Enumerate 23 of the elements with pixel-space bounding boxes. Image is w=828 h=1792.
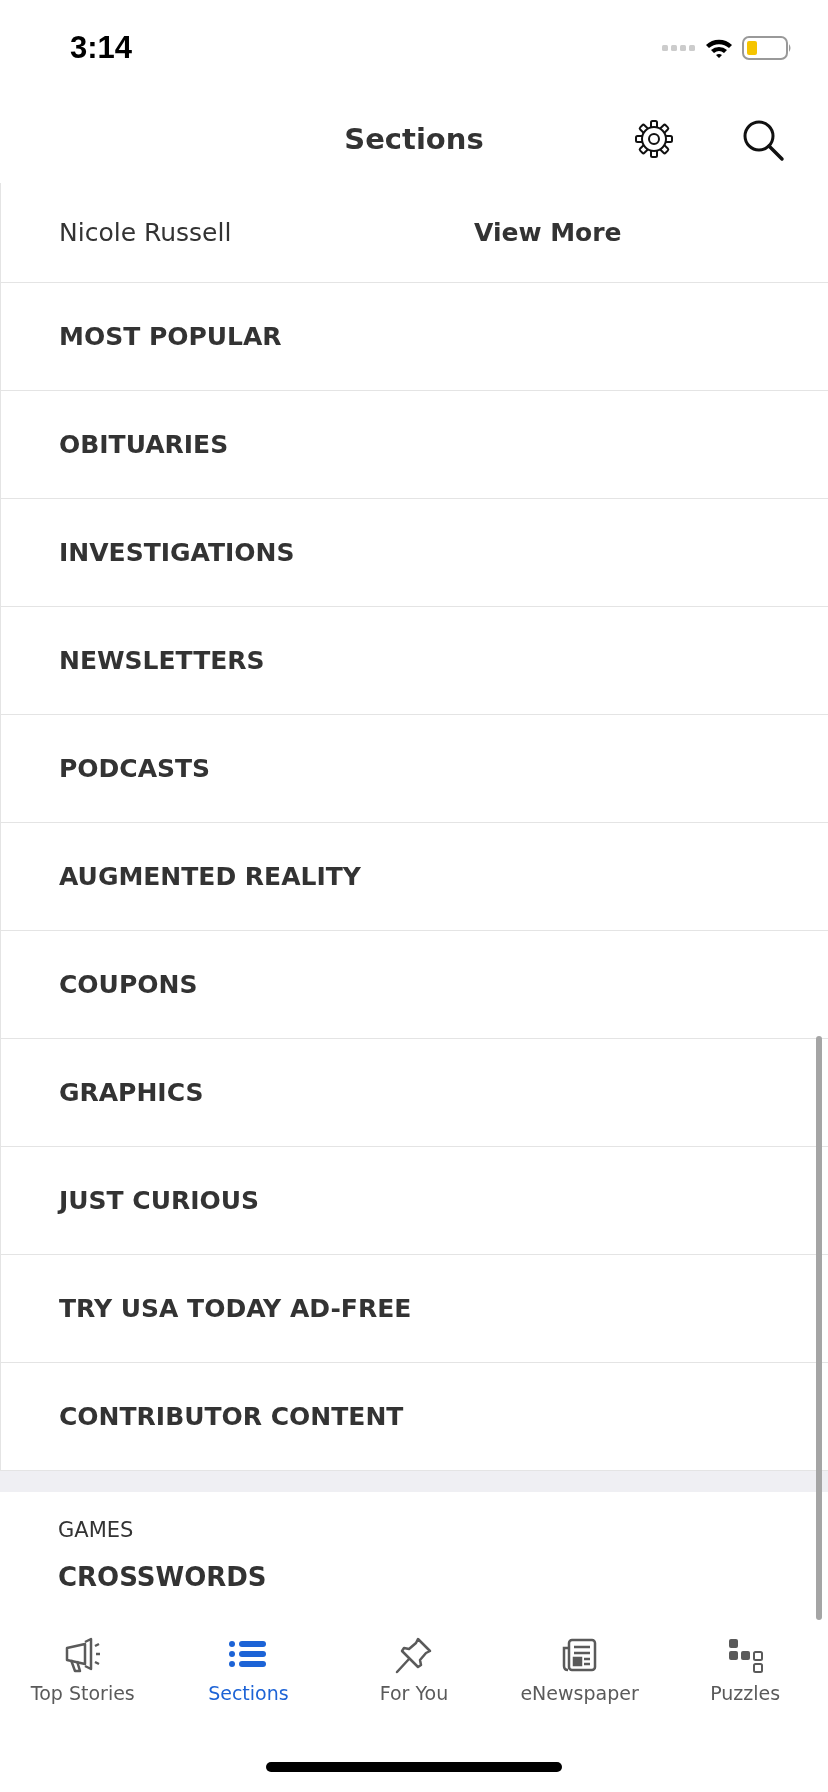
tab-item[interactable]: For You (331, 1632, 497, 1708)
view-more-link[interactable]: View More (474, 218, 622, 247)
section-item[interactable]: CROSSWORDS (58, 1562, 828, 1592)
section-item[interactable]: COUPONS (0, 931, 828, 1039)
pushpin-icon (394, 1636, 434, 1674)
search-icon (741, 118, 785, 162)
section-item[interactable]: OBITUARIES (0, 391, 828, 499)
signal-icon (662, 43, 696, 52)
author-name: Nicole Russell (59, 218, 233, 247)
settings-icon (633, 118, 675, 160)
tab-item[interactable]: Sections (165, 1632, 332, 1708)
games-heading: GAMES (58, 1518, 135, 1542)
tab-item[interactable]: eNewspaper (496, 1632, 663, 1708)
nav-title: Sections (344, 122, 484, 156)
section-item[interactable]: PODCASTS (0, 715, 828, 823)
section-item[interactable]: NEWSLETTERS (0, 607, 828, 715)
battery-icon (742, 35, 792, 60)
section-item[interactable]: INVESTIGATIONS (0, 499, 828, 607)
section-item[interactable]: AUGMENTED REALITY (0, 823, 828, 931)
status-time: 3:14 (70, 29, 133, 66)
section-item[interactable]: MOST POPULAR (0, 283, 828, 391)
tab-item[interactable]: Top Stories (0, 1632, 166, 1708)
tab-item[interactable]: Puzzles (662, 1632, 828, 1708)
